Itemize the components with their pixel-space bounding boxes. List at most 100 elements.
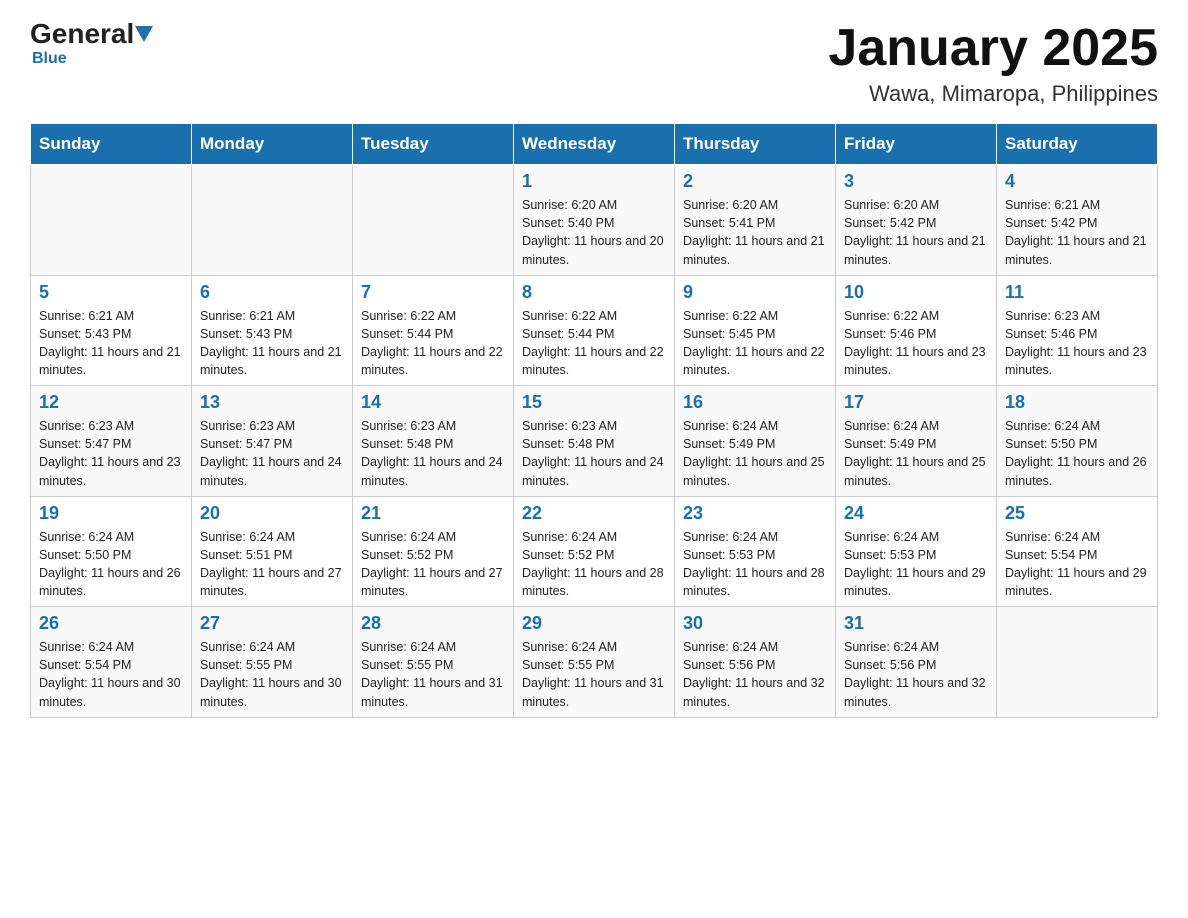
calendar-week-row: 1 Sunrise: 6:20 AM Sunset: 5:40 PM Daylig…	[31, 165, 1158, 276]
cell-day-number: 30	[683, 613, 827, 634]
table-row: 12Sunrise: 6:23 AM Sunset: 5:47 PM Dayli…	[31, 386, 192, 497]
table-row: 3 Sunrise: 6:20 AM Sunset: 5:42 PM Daylig…	[836, 165, 997, 276]
cell-sun-info: Sunrise: 6:23 AM Sunset: 5:47 PM Dayligh…	[200, 417, 344, 490]
table-row: 29 Sunrise: 6:24 AM Sunset: 5:55 PM Dayli…	[514, 607, 675, 718]
table-row: 5 Sunrise: 6:21 AM Sunset: 5:43 PM Daylig…	[31, 275, 192, 386]
cell-sun-info: Sunrise: 6:24 AM Sunset: 5:52 PM Dayligh…	[361, 528, 505, 601]
cell-sun-info: Sunrise: 6:22 AM Sunset: 5:44 PM Dayligh…	[361, 307, 505, 380]
cell-sun-info: Sunrise: 6:24 AM Sunset: 5:52 PM Dayligh…	[522, 528, 666, 601]
cell-sun-info: Sunrise: 6:23 AM Sunset: 5:48 PM Dayligh…	[522, 417, 666, 490]
header-thursday: Thursday	[675, 124, 836, 165]
calendar-location: Wawa, Mimaropa, Philippines	[828, 81, 1158, 107]
cell-sun-info: Sunrise: 6:23 AM Sunset: 5:47 PM Dayligh…	[39, 417, 183, 490]
table-row: 21 Sunrise: 6:24 AM Sunset: 5:52 PM Dayli…	[353, 496, 514, 607]
cell-day-number: 15	[522, 392, 666, 413]
cell-day-number: 17	[844, 392, 988, 413]
cell-day-number: 21	[361, 503, 505, 524]
calendar-table: SundayMondayTuesdayWednesdayThursdayFrid…	[30, 123, 1158, 718]
calendar-week-row: 5 Sunrise: 6:21 AM Sunset: 5:43 PM Daylig…	[31, 275, 1158, 386]
calendar-week-row: 12Sunrise: 6:23 AM Sunset: 5:47 PM Dayli…	[31, 386, 1158, 497]
table-row: 18 Sunrise: 6:24 AM Sunset: 5:50 PM Dayli…	[997, 386, 1158, 497]
cell-day-number: 9	[683, 282, 827, 303]
cell-day-number: 10	[844, 282, 988, 303]
table-row: 7 Sunrise: 6:22 AM Sunset: 5:44 PM Daylig…	[353, 275, 514, 386]
logo: General Blue	[30, 20, 153, 68]
header-friday: Friday	[836, 124, 997, 165]
table-row: 28 Sunrise: 6:24 AM Sunset: 5:55 PM Dayli…	[353, 607, 514, 718]
table-row: 4 Sunrise: 6:21 AM Sunset: 5:42 PM Daylig…	[997, 165, 1158, 276]
cell-day-number: 5	[39, 282, 183, 303]
table-row	[353, 165, 514, 276]
cell-day-number: 20	[200, 503, 344, 524]
cell-day-number: 14	[361, 392, 505, 413]
cell-sun-info: Sunrise: 6:24 AM Sunset: 5:54 PM Dayligh…	[39, 638, 183, 711]
cell-sun-info: Sunrise: 6:24 AM Sunset: 5:55 PM Dayligh…	[200, 638, 344, 711]
cell-sun-info: Sunrise: 6:21 AM Sunset: 5:43 PM Dayligh…	[200, 307, 344, 380]
cell-day-number: 27	[200, 613, 344, 634]
table-row: 2Sunrise: 6:20 AM Sunset: 5:41 PM Daylig…	[675, 165, 836, 276]
table-row: 24 Sunrise: 6:24 AM Sunset: 5:53 PM Dayli…	[836, 496, 997, 607]
calendar-week-row: 26 Sunrise: 6:24 AM Sunset: 5:54 PM Dayli…	[31, 607, 1158, 718]
table-row: 26 Sunrise: 6:24 AM Sunset: 5:54 PM Dayli…	[31, 607, 192, 718]
cell-sun-info: Sunrise: 6:24 AM Sunset: 5:53 PM Dayligh…	[844, 528, 988, 601]
cell-day-number: 1	[522, 171, 666, 192]
cell-sun-info: Sunrise: 6:24 AM Sunset: 5:50 PM Dayligh…	[39, 528, 183, 601]
cell-sun-info: Sunrise: 6:24 AM Sunset: 5:56 PM Dayligh…	[683, 638, 827, 711]
cell-day-number: 3	[844, 171, 988, 192]
logo-name: General	[30, 20, 153, 48]
table-row: 23Sunrise: 6:24 AM Sunset: 5:53 PM Dayli…	[675, 496, 836, 607]
table-row: 17 Sunrise: 6:24 AM Sunset: 5:49 PM Dayli…	[836, 386, 997, 497]
cell-day-number: 16	[683, 392, 827, 413]
header-wednesday: Wednesday	[514, 124, 675, 165]
table-row: 6 Sunrise: 6:21 AM Sunset: 5:43 PM Daylig…	[192, 275, 353, 386]
cell-day-number: 24	[844, 503, 988, 524]
cell-day-number: 4	[1005, 171, 1149, 192]
header-monday: Monday	[192, 124, 353, 165]
calendar-title-area: January 2025 Wawa, Mimaropa, Philippines	[828, 20, 1158, 107]
cell-day-number: 25	[1005, 503, 1149, 524]
cell-day-number: 28	[361, 613, 505, 634]
table-row: 27 Sunrise: 6:24 AM Sunset: 5:55 PM Dayli…	[192, 607, 353, 718]
table-row: 15 Sunrise: 6:23 AM Sunset: 5:48 PM Dayli…	[514, 386, 675, 497]
cell-day-number: 29	[522, 613, 666, 634]
cell-sun-info: Sunrise: 6:24 AM Sunset: 5:49 PM Dayligh…	[844, 417, 988, 490]
cell-day-number: 31	[844, 613, 988, 634]
table-row: 19Sunrise: 6:24 AM Sunset: 5:50 PM Dayli…	[31, 496, 192, 607]
table-row: 8Sunrise: 6:22 AM Sunset: 5:44 PM Daylig…	[514, 275, 675, 386]
table-row: 31Sunrise: 6:24 AM Sunset: 5:56 PM Dayli…	[836, 607, 997, 718]
cell-day-number: 7	[361, 282, 505, 303]
cell-sun-info: Sunrise: 6:24 AM Sunset: 5:51 PM Dayligh…	[200, 528, 344, 601]
cell-sun-info: Sunrise: 6:21 AM Sunset: 5:43 PM Dayligh…	[39, 307, 183, 380]
cell-sun-info: Sunrise: 6:20 AM Sunset: 5:40 PM Dayligh…	[522, 196, 666, 269]
calendar-header-row: SundayMondayTuesdayWednesdayThursdayFrid…	[31, 124, 1158, 165]
table-row: 9 Sunrise: 6:22 AM Sunset: 5:45 PM Daylig…	[675, 275, 836, 386]
cell-sun-info: Sunrise: 6:20 AM Sunset: 5:41 PM Dayligh…	[683, 196, 827, 269]
calendar-title: January 2025	[828, 20, 1158, 77]
cell-sun-info: Sunrise: 6:24 AM Sunset: 5:50 PM Dayligh…	[1005, 417, 1149, 490]
table-row: 14 Sunrise: 6:23 AM Sunset: 5:48 PM Dayli…	[353, 386, 514, 497]
cell-sun-info: Sunrise: 6:22 AM Sunset: 5:45 PM Dayligh…	[683, 307, 827, 380]
table-row: 25 Sunrise: 6:24 AM Sunset: 5:54 PM Dayli…	[997, 496, 1158, 607]
table-row	[997, 607, 1158, 718]
table-row: 1 Sunrise: 6:20 AM Sunset: 5:40 PM Daylig…	[514, 165, 675, 276]
cell-sun-info: Sunrise: 6:23 AM Sunset: 5:48 PM Dayligh…	[361, 417, 505, 490]
cell-sun-info: Sunrise: 6:20 AM Sunset: 5:42 PM Dayligh…	[844, 196, 988, 269]
cell-day-number: 23	[683, 503, 827, 524]
cell-sun-info: Sunrise: 6:22 AM Sunset: 5:46 PM Dayligh…	[844, 307, 988, 380]
cell-sun-info: Sunrise: 6:21 AM Sunset: 5:42 PM Dayligh…	[1005, 196, 1149, 269]
cell-sun-info: Sunrise: 6:24 AM Sunset: 5:55 PM Dayligh…	[522, 638, 666, 711]
cell-day-number: 6	[200, 282, 344, 303]
table-row: 13Sunrise: 6:23 AM Sunset: 5:47 PM Dayli…	[192, 386, 353, 497]
cell-day-number: 18	[1005, 392, 1149, 413]
table-row	[31, 165, 192, 276]
table-row: 30 Sunrise: 6:24 AM Sunset: 5:56 PM Dayli…	[675, 607, 836, 718]
table-row: 22Sunrise: 6:24 AM Sunset: 5:52 PM Dayli…	[514, 496, 675, 607]
cell-sun-info: Sunrise: 6:24 AM Sunset: 5:54 PM Dayligh…	[1005, 528, 1149, 601]
table-row: 10 Sunrise: 6:22 AM Sunset: 5:46 PM Dayli…	[836, 275, 997, 386]
cell-sun-info: Sunrise: 6:24 AM Sunset: 5:55 PM Dayligh…	[361, 638, 505, 711]
cell-day-number: 8	[522, 282, 666, 303]
calendar-week-row: 19Sunrise: 6:24 AM Sunset: 5:50 PM Dayli…	[31, 496, 1158, 607]
cell-sun-info: Sunrise: 6:23 AM Sunset: 5:46 PM Dayligh…	[1005, 307, 1149, 380]
cell-day-number: 26	[39, 613, 183, 634]
cell-sun-info: Sunrise: 6:24 AM Sunset: 5:49 PM Dayligh…	[683, 417, 827, 490]
